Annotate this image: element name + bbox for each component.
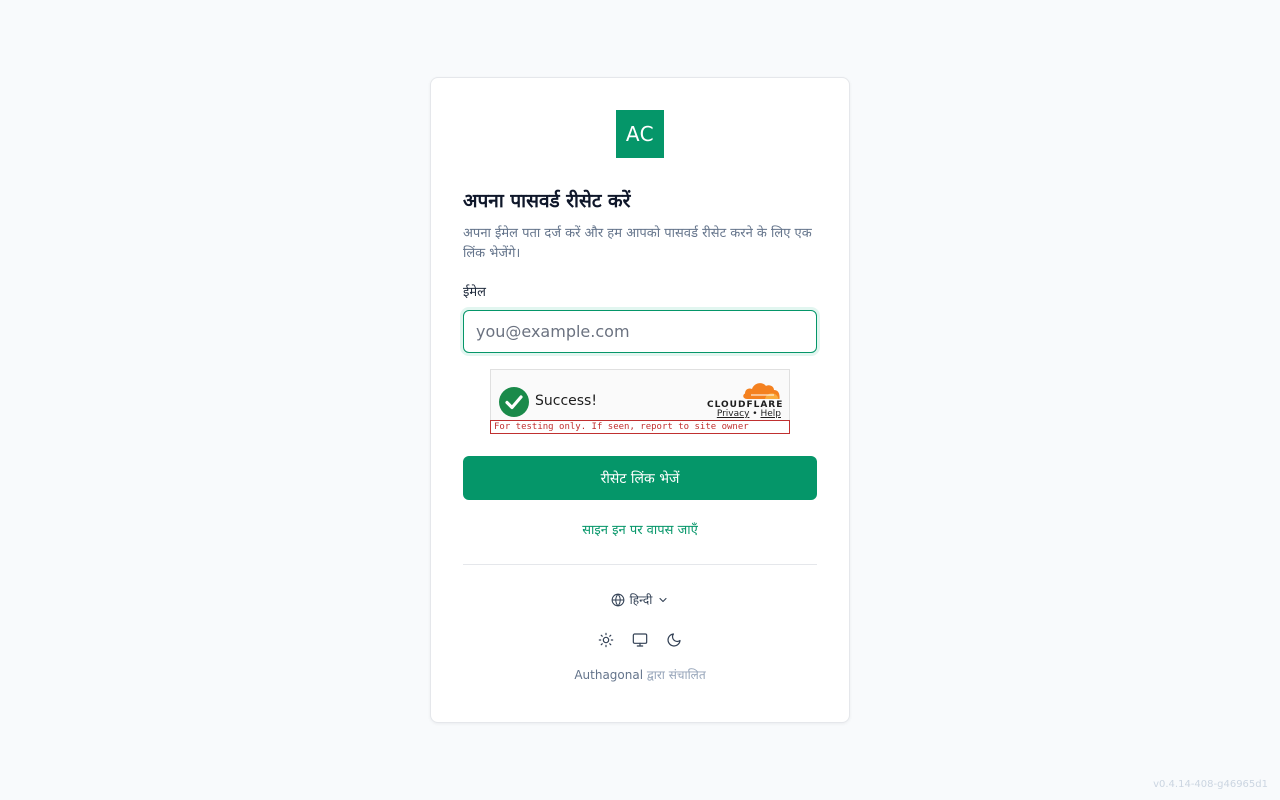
logo-container: AC: [463, 110, 817, 158]
language-row: हिन्दी: [463, 591, 817, 608]
captcha-test-warning: For testing only. If seen, report to sit…: [490, 420, 790, 434]
version-label: v0.4.14-408-g46965d1: [1153, 779, 1268, 790]
cloudflare-logo: CLOUDFLARE: [707, 380, 782, 411]
globe-icon: [611, 593, 625, 606]
moon-icon: [667, 633, 681, 647]
cloudflare-cloud-icon: [743, 383, 780, 399]
email-input[interactable]: [463, 310, 817, 353]
captcha-status: Success!: [535, 393, 597, 409]
captcha-widget[interactable]: Success! CLOUDFLARE Privacy • Help For t…: [490, 369, 790, 434]
powered-brand: Authagonal: [574, 668, 644, 682]
success-check-icon: [499, 387, 529, 417]
powered-suffix: द्वारा संचालित: [646, 668, 706, 682]
captcha-links: Privacy • Help: [717, 409, 781, 419]
page-title: अपना पासवर्ड रीसेट करें: [463, 190, 631, 212]
divider: [463, 564, 817, 565]
captcha-privacy-link[interactable]: Privacy: [717, 409, 750, 419]
sun-icon: [598, 632, 614, 648]
language-selector[interactable]: हिन्दी: [611, 591, 670, 608]
theme-system-button[interactable]: [630, 630, 650, 650]
powered-by: Authagonal द्वारा संचालित: [463, 666, 817, 683]
reset-password-card: AC अपना पासवर्ड रीसेट करें अपना ईमेल पता…: [430, 77, 850, 723]
chevron-down-icon: [659, 597, 667, 602]
page-subtitle: अपना ईमेल पता दर्ज करें और हम आपको पासवर…: [463, 226, 812, 261]
theme-switcher: [463, 630, 817, 650]
app-logo: AC: [616, 110, 664, 158]
language-label: हिन्दी: [629, 593, 653, 607]
email-label: ईमेल: [463, 285, 486, 300]
theme-dark-button[interactable]: [664, 630, 684, 650]
captcha-help-link[interactable]: Help: [760, 409, 781, 419]
back-to-sign-in-link[interactable]: साइन इन पर वापस जाएँ: [463, 520, 817, 538]
theme-light-button[interactable]: [596, 630, 616, 650]
captcha-link-separator: •: [752, 409, 758, 419]
monitor-icon: [632, 633, 648, 647]
send-reset-link-button[interactable]: रीसेट लिंक भेजें: [463, 456, 817, 500]
